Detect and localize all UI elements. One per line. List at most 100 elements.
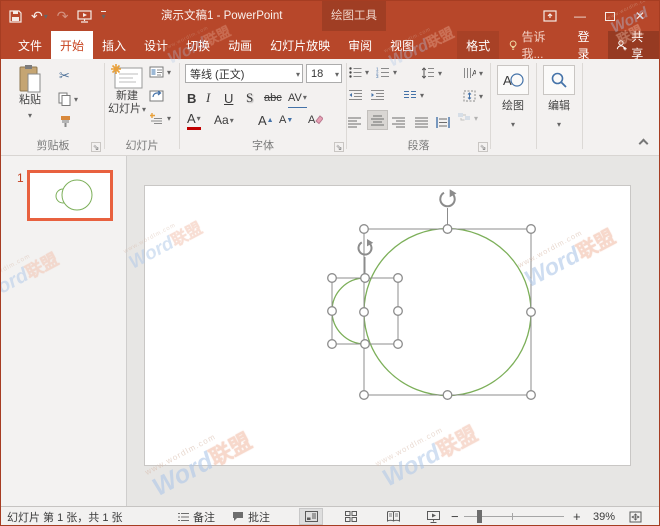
slide-thumbnail[interactable] xyxy=(27,170,113,221)
zoom-in-button[interactable]: + xyxy=(573,507,581,526)
rotate-handle-icon[interactable] xyxy=(440,189,456,206)
bold-button[interactable]: B xyxy=(187,88,196,108)
italic-button[interactable]: I xyxy=(206,88,210,108)
slide-counter[interactable]: 幻灯片 第 1 张，共 1 张 xyxy=(7,507,123,526)
selection-handle[interactable] xyxy=(328,340,337,349)
line-spacing-icon[interactable] xyxy=(421,67,442,79)
tab-home[interactable]: 开始 xyxy=(51,31,93,59)
copy-icon[interactable] xyxy=(58,92,78,106)
cut-icon[interactable]: ✂ xyxy=(59,68,70,84)
selection-handle[interactable] xyxy=(361,274,370,283)
ribbon-display-options-icon[interactable] xyxy=(535,1,565,31)
distribute-columns-icon[interactable] xyxy=(436,112,450,132)
selection-handle[interactable] xyxy=(328,307,337,316)
drawing-menu-button[interactable]: A 绘图 xyxy=(496,65,530,130)
selection-handle[interactable] xyxy=(527,225,536,234)
selection-handle[interactable] xyxy=(527,391,536,400)
selection-handle[interactable] xyxy=(394,274,403,283)
rotate-handle-icon[interactable] xyxy=(359,239,374,255)
selection-handle[interactable] xyxy=(328,274,337,283)
underline-button[interactable]: U xyxy=(224,88,233,108)
svg-text:A: A xyxy=(472,69,476,78)
font-size-combo[interactable]: 18 xyxy=(306,64,342,83)
zoom-slider-thumb[interactable] xyxy=(477,510,482,523)
selection-handle[interactable] xyxy=(443,225,452,234)
fit-to-window-button[interactable] xyxy=(623,508,647,525)
tab-format[interactable]: 格式 xyxy=(457,31,499,59)
justify-icon[interactable] xyxy=(415,112,428,132)
selection-handle[interactable] xyxy=(360,391,369,400)
selection-handle[interactable] xyxy=(394,307,403,316)
selection-handle[interactable] xyxy=(361,340,370,349)
start-slideshow-icon[interactable] xyxy=(77,10,92,23)
shrink-font-button[interactable]: A▼ xyxy=(279,110,293,130)
reset-slide-icon[interactable] xyxy=(149,89,164,102)
decrease-indent-icon[interactable] xyxy=(349,90,362,100)
close-button[interactable]: ✕ xyxy=(625,1,655,31)
change-case-button[interactable]: Aa xyxy=(214,110,234,130)
selection-handle[interactable] xyxy=(360,308,369,317)
align-text-icon[interactable] xyxy=(463,90,483,102)
font-dialog-launcher[interactable]: ⇘ xyxy=(334,142,344,152)
section-icon[interactable] xyxy=(149,112,171,124)
lightbulb-icon xyxy=(509,39,517,52)
undo-icon[interactable]: ↶ xyxy=(31,8,48,25)
paragraph-dialog-launcher[interactable]: ⇘ xyxy=(478,142,488,152)
text-shadow-button[interactable]: S xyxy=(246,88,253,108)
slideshow-view-button[interactable] xyxy=(421,508,445,525)
font-color-button[interactable]: A xyxy=(187,110,201,130)
numbering-icon[interactable]: 123 xyxy=(376,67,397,78)
slide-canvas[interactable] xyxy=(127,156,660,506)
new-slide-button[interactable]: 新建 幻灯片 xyxy=(107,64,147,116)
grow-font-button[interactable]: A▲ xyxy=(258,110,274,130)
slide-sorter-view-button[interactable] xyxy=(339,508,363,525)
zoom-out-button[interactable]: − xyxy=(451,507,459,526)
minimize-button[interactable]: — xyxy=(565,1,595,31)
normal-view-button[interactable] xyxy=(299,508,323,525)
editing-menu-button[interactable]: 编辑 xyxy=(542,65,576,130)
tab-slideshow[interactable]: 幻灯片放映 xyxy=(261,31,339,59)
bullets-icon[interactable] xyxy=(349,67,369,78)
comments-toggle[interactable]: 批注 xyxy=(232,507,270,526)
large-circle-shape[interactable] xyxy=(364,229,531,396)
align-right-icon[interactable] xyxy=(392,112,405,132)
selection-handle[interactable] xyxy=(394,340,403,349)
tab-file[interactable]: 文件 xyxy=(9,31,51,59)
clear-formatting-icon[interactable]: A xyxy=(308,112,323,126)
save-icon[interactable] xyxy=(9,10,22,23)
clipboard-group-label: 剪贴板 xyxy=(3,137,103,153)
reading-view-button[interactable] xyxy=(381,508,405,525)
selection-handle[interactable] xyxy=(527,308,536,317)
notes-toggle[interactable]: 备注 xyxy=(177,507,215,526)
font-name-combo[interactable]: 等线 (正文) xyxy=(185,64,303,83)
align-center-icon[interactable] xyxy=(367,110,388,130)
tab-insert[interactable]: 插入 xyxy=(93,31,135,59)
comments-icon xyxy=(232,511,244,522)
align-left-icon[interactable] xyxy=(348,112,361,132)
text-direction-icon[interactable]: A xyxy=(463,67,483,79)
character-spacing-button[interactable]: AV xyxy=(288,88,307,108)
clipboard-dialog-launcher[interactable]: ⇘ xyxy=(91,142,101,152)
zoom-level[interactable]: 39% xyxy=(593,507,615,526)
customize-qat-icon[interactable] xyxy=(101,11,105,21)
collapse-ribbon-icon[interactable] xyxy=(639,139,649,149)
columns-icon[interactable] xyxy=(403,90,424,100)
shapes-overlay xyxy=(127,156,660,506)
format-painter-icon[interactable] xyxy=(59,115,72,128)
selection-handle[interactable] xyxy=(443,391,452,400)
share-button[interactable]: 共享 xyxy=(608,31,659,59)
tab-design[interactable]: 设计 xyxy=(135,31,177,59)
tell-me-box[interactable]: 告诉我... xyxy=(505,31,563,59)
tab-transitions[interactable]: 切换 xyxy=(177,31,219,59)
selection-handle[interactable] xyxy=(360,225,369,234)
maximize-button[interactable] xyxy=(595,1,625,31)
tab-view[interactable]: 视图 xyxy=(381,31,423,59)
slide-layout-icon[interactable] xyxy=(149,66,171,78)
increase-indent-icon[interactable] xyxy=(371,90,384,100)
paste-button[interactable]: 粘贴 xyxy=(11,64,49,121)
tab-animations[interactable]: 动画 xyxy=(219,31,261,59)
strikethrough-button[interactable]: abc xyxy=(264,88,282,108)
svg-text:3: 3 xyxy=(376,74,379,78)
tab-review[interactable]: 审阅 xyxy=(339,31,381,59)
sign-in-button[interactable]: 登录 xyxy=(572,31,604,59)
